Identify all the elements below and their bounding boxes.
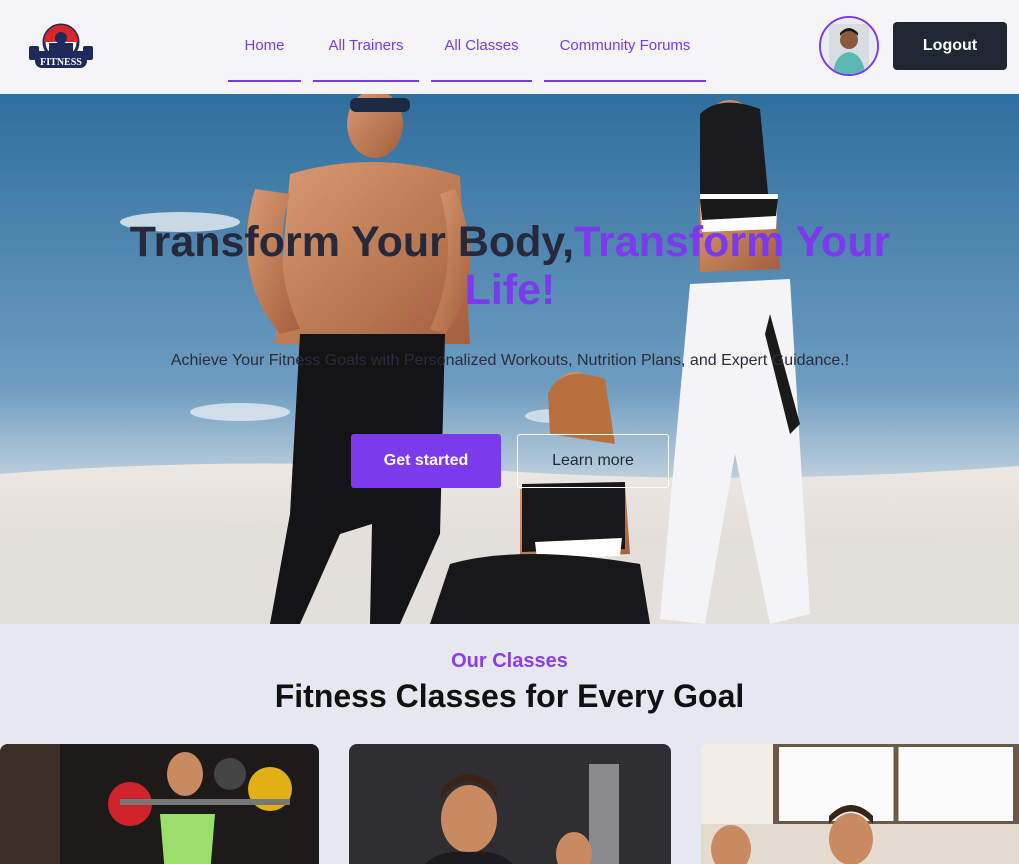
user-avatar[interactable] [819, 16, 879, 76]
logo-text: FITNESS [40, 57, 82, 68]
site-header: FITNESS Home All Trainers All Classes Co… [0, 0, 1019, 94]
classes-eyebrow: Our Classes [451, 650, 568, 672]
nav-all-classes[interactable]: All Classes [431, 24, 532, 82]
hero-title: Transform Your Body,Transform Your Life! [120, 218, 900, 314]
fitness-logo[interactable]: FITNESS [27, 20, 95, 72]
hero-title-part1: Transform Your Body, [129, 218, 575, 266]
nav-all-trainers[interactable]: All Trainers [313, 24, 419, 82]
nav-home[interactable]: Home [228, 24, 301, 82]
get-started-button[interactable]: Get started [351, 434, 501, 488]
logout-button[interactable]: Logout [893, 22, 1007, 70]
hero-banner: Transform Your Body,Transform Your Life!… [0, 94, 1019, 624]
hero-subtitle: Achieve Your Fitness Goals with Personal… [170, 352, 850, 369]
class-card[interactable] [701, 744, 1019, 864]
nav-community-forums[interactable]: Community Forums [544, 24, 706, 82]
class-card[interactable] [349, 744, 671, 864]
classes-title: Fitness Classes for Every Goal [274, 678, 745, 714]
learn-more-button[interactable]: Learn more [517, 434, 669, 488]
class-card[interactable] [0, 744, 319, 864]
class-card-image [0, 744, 319, 864]
class-card-image [701, 744, 1019, 864]
class-card-image [349, 744, 671, 864]
